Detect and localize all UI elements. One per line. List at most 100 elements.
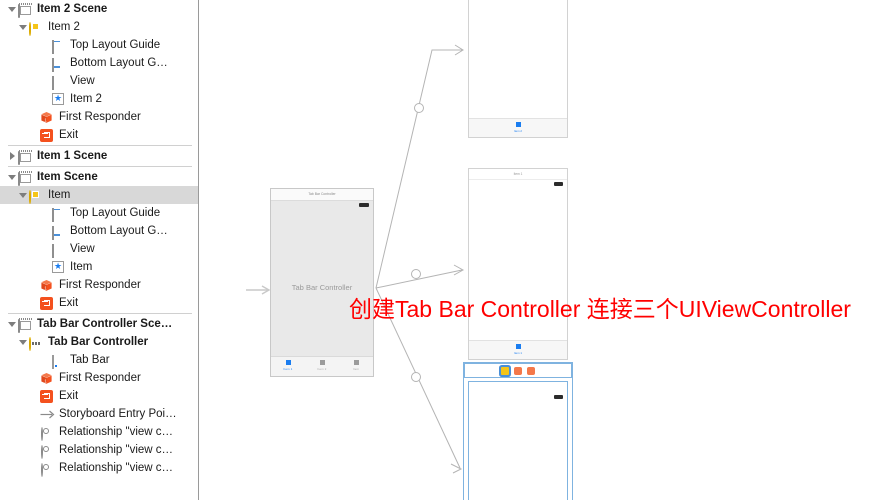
battery-icon	[554, 395, 563, 399]
exit-icon	[40, 389, 55, 404]
outline-row-label: First Responder	[59, 372, 141, 384]
outline-row-bottom-layout-g[interactable]: Bottom Layout G…	[0, 54, 198, 72]
outline-row-top-layout-guide[interactable]: Top Layout Guide	[0, 204, 198, 222]
outline-row-top-layout-guide[interactable]: Top Layout Guide	[0, 36, 198, 54]
disclosure-triangle-icon[interactable]	[6, 321, 18, 327]
outline-row-relationship-view-c[interactable]: Relationship "view c…	[0, 423, 198, 441]
outline-row-label: Bottom Layout G…	[70, 225, 168, 237]
outline-row-label: Top Layout Guide	[70, 207, 161, 219]
outline-row-first-responder[interactable]: 1 First Responder	[0, 369, 198, 387]
tab-item-1[interactable]: Item 2	[305, 360, 339, 371]
outline-row-storyboard-entry-poi[interactable]: Storyboard Entry Poi…	[0, 405, 198, 423]
tab-item-0-icon	[285, 360, 291, 365]
outline-row-item-2[interactable]: Item 2	[0, 18, 198, 36]
vc2-tab-icon	[515, 344, 521, 349]
outline-row-exit[interactable]: Exit	[0, 126, 198, 144]
outline-row-view[interactable]: View	[0, 240, 198, 258]
outline-row-label: Exit	[59, 390, 79, 402]
tab-bar-controller-scene[interactable]: Tab Bar Controller Tab Bar Controller It…	[270, 188, 374, 377]
vc1-tab-item[interactable]: Item 2	[514, 122, 522, 133]
scene-icon	[18, 317, 33, 333]
outline-row-tab-bar-controller[interactable]: Tab Bar Controller	[0, 333, 198, 351]
outline-row-label: View	[70, 243, 95, 255]
dock-first-responder-icon[interactable]	[514, 366, 522, 375]
vc3-canvas	[468, 381, 568, 500]
outline-row-item-scene[interactable]: Item Scene	[0, 168, 198, 186]
item-1-view-controller-scene[interactable]: Item 1 Item 1	[468, 168, 568, 360]
dock-view-controller-icon[interactable]	[501, 366, 509, 375]
tab-item-1-label: Item 2	[317, 366, 327, 371]
vc2-tab-item[interactable]: Item 1	[514, 344, 522, 355]
outline-row-label: Item 1 Scene	[37, 150, 108, 162]
outline-row-label: Item 2 Scene	[37, 3, 108, 15]
outline-row-relationship-view-c[interactable]: Relationship "view c…	[0, 441, 198, 459]
outline-row-item-1-scene[interactable]: Item 1 Scene	[0, 147, 198, 165]
disclosure-triangle-icon[interactable]	[6, 6, 18, 12]
storyboard-canvas[interactable]: Tab Bar Controller Tab Bar Controller It…	[200, 0, 878, 500]
outline-row-first-responder[interactable]: 1 First Responder	[0, 276, 198, 294]
outline-row-tab-bar-controller-sce[interactable]: Tab Bar Controller Sce…	[0, 315, 198, 333]
outline-row-bottom-layout-g[interactable]: Bottom Layout G…	[0, 222, 198, 240]
tab-bar-controller-icon	[29, 335, 44, 351]
item-2-view-controller-scene[interactable]: Item 2	[468, 0, 568, 138]
outline-row-label: View	[70, 75, 95, 87]
outline-row-exit[interactable]: Exit	[0, 294, 198, 312]
exit-icon	[40, 296, 55, 311]
outline-row-view[interactable]: View	[0, 72, 198, 90]
outline-row-label: Item 2	[48, 21, 80, 33]
outline-row-label: Item 2	[70, 93, 102, 105]
disclosure-triangle-icon[interactable]	[6, 174, 18, 180]
vc1-tab-bar[interactable]: Item 2	[469, 118, 567, 137]
item-view-controller-scene[interactable]	[463, 362, 573, 500]
view-icon	[51, 242, 66, 258]
outline-row-item-2[interactable]: ★ Item 2	[0, 90, 198, 108]
tab-bar-item-icon: ★	[52, 260, 64, 273]
outline-row-label: Relationship "view c…	[59, 444, 174, 456]
disclosure-triangle-icon[interactable]	[17, 339, 29, 345]
relationship-icon	[40, 461, 55, 477]
outline-row-label: Item Scene	[37, 171, 98, 183]
outline-row-label: Relationship "view c…	[59, 462, 174, 474]
tbc-tab-bar[interactable]: Item 1 Item 2 Item	[271, 356, 373, 376]
relationship-icon	[40, 425, 55, 441]
top-layout-guide-icon	[51, 206, 66, 222]
disclosure-triangle-icon[interactable]	[17, 192, 29, 198]
outline-row-item[interactable]: Item	[0, 186, 198, 204]
tab-item-2-label: Item	[352, 366, 360, 371]
outline-row-tab-bar[interactable]: Tab Bar	[0, 351, 198, 369]
disclosure-triangle-icon[interactable]	[6, 152, 18, 160]
document-outline-panel[interactable]: Item 2 Scene Item 2 Top Layout Guide Bottom…	[0, 0, 199, 500]
scene-icon	[18, 170, 33, 186]
tab-item-1-icon	[319, 360, 325, 365]
outline-row-first-responder[interactable]: 1 First Responder	[0, 108, 198, 126]
disclosure-triangle-icon[interactable]	[17, 24, 29, 30]
outline-row-label: Exit	[59, 129, 79, 141]
first-responder-icon: 1	[40, 371, 55, 386]
relationship-icon	[40, 443, 55, 459]
battery-icon	[359, 203, 369, 207]
outline-row-item[interactable]: ★ Item	[0, 258, 198, 276]
scene-dock[interactable]	[464, 363, 572, 378]
first-responder-icon: 1	[40, 278, 55, 293]
annotation-text: 创建Tab Bar Controller 连接三个UIViewControlle…	[349, 296, 851, 322]
bottom-layout-guide-icon	[51, 56, 66, 72]
xcode-storyboard-editor: Item 2 Scene Item 2 Top Layout Guide Bottom…	[0, 0, 878, 500]
tab-item-2[interactable]: Item	[339, 360, 373, 371]
dock-exit-icon[interactable]	[527, 366, 535, 375]
outline-row-label: First Responder	[59, 111, 141, 123]
outline-row-label: Tab Bar Controller Sce…	[37, 318, 173, 330]
top-layout-guide-icon	[51, 38, 66, 54]
tab-item-0[interactable]: Item 1	[271, 360, 305, 371]
outline-row-exit[interactable]: Exit	[0, 387, 198, 405]
outline-row-label: Tab Bar Controller	[48, 336, 149, 348]
outline-separator	[8, 313, 192, 314]
outline-row-item-2-scene[interactable]: Item 2 Scene	[0, 0, 198, 18]
outline-separator	[8, 166, 192, 167]
outline-row-relationship-view-c[interactable]: Relationship "view c…	[0, 459, 198, 477]
tab-bar-icon	[51, 353, 66, 369]
outline-row-label: Item	[70, 261, 93, 273]
bottom-layout-guide-icon	[51, 224, 66, 240]
exit-icon	[40, 128, 55, 143]
view-controller-icon	[29, 188, 44, 204]
vc2-tab-bar[interactable]: Item 1	[469, 340, 567, 359]
